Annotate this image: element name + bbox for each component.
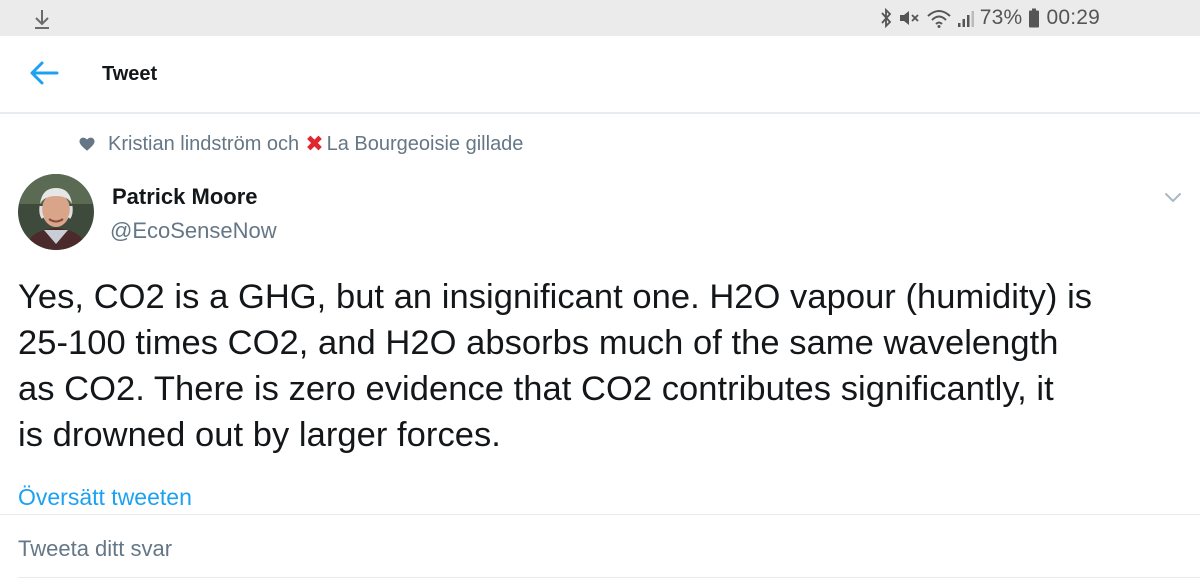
liker-name-2[interactable]: La Bourgeoisie gillade xyxy=(327,133,524,156)
tweet-text-line: as CO2. There is zero evidence that CO2 … xyxy=(18,370,1054,408)
liker-name-1[interactable]: Kristian lindström och xyxy=(108,133,299,156)
heart-icon xyxy=(79,137,95,151)
tweet-text: Yes, CO2 is a GHG, but an insignificant … xyxy=(18,274,1118,458)
clock: 00:29 xyxy=(1046,6,1100,29)
download-icon xyxy=(35,10,49,29)
status-icons: 73% 00:29 xyxy=(880,6,1100,30)
arrow-left-icon xyxy=(30,61,59,85)
wifi-icon xyxy=(927,10,951,28)
battery-icon xyxy=(1029,8,1040,28)
tweet-text-line: 25-100 times CO2, and H2O absorbs much o… xyxy=(18,324,1059,362)
divider xyxy=(18,577,1200,578)
chevron-down-icon[interactable] xyxy=(1162,186,1184,208)
avatar[interactable] xyxy=(18,174,94,250)
author-handle[interactable]: @EcoSenseNow xyxy=(110,218,277,244)
tweet-text-line: is drowned out by larger forces. xyxy=(18,416,501,454)
tweet-text-line: Yes, CO2 is a GHG, but an insignificant … xyxy=(18,278,1093,316)
status-bar: 73% 00:29 xyxy=(0,0,1200,36)
reply-input[interactable]: Tweeta ditt svar xyxy=(18,536,172,562)
divider xyxy=(0,514,1200,515)
back-button[interactable] xyxy=(24,54,64,92)
cross-mark-emoji: ✖ xyxy=(305,131,324,156)
app-bar: Tweet xyxy=(0,36,1200,114)
social-context: Kristian lindström och ✖ La Bourgeoisie … xyxy=(78,131,523,157)
author-name[interactable]: Patrick Moore xyxy=(112,184,258,210)
bluetooth-icon xyxy=(881,8,892,28)
page-title: Tweet xyxy=(102,63,158,85)
battery-percent: 73% xyxy=(979,6,1023,29)
signal-icon xyxy=(957,11,974,27)
translate-tweet-link[interactable]: Översätt tweeten xyxy=(18,484,192,511)
mute-icon xyxy=(899,11,919,25)
avatar-image xyxy=(18,174,94,250)
